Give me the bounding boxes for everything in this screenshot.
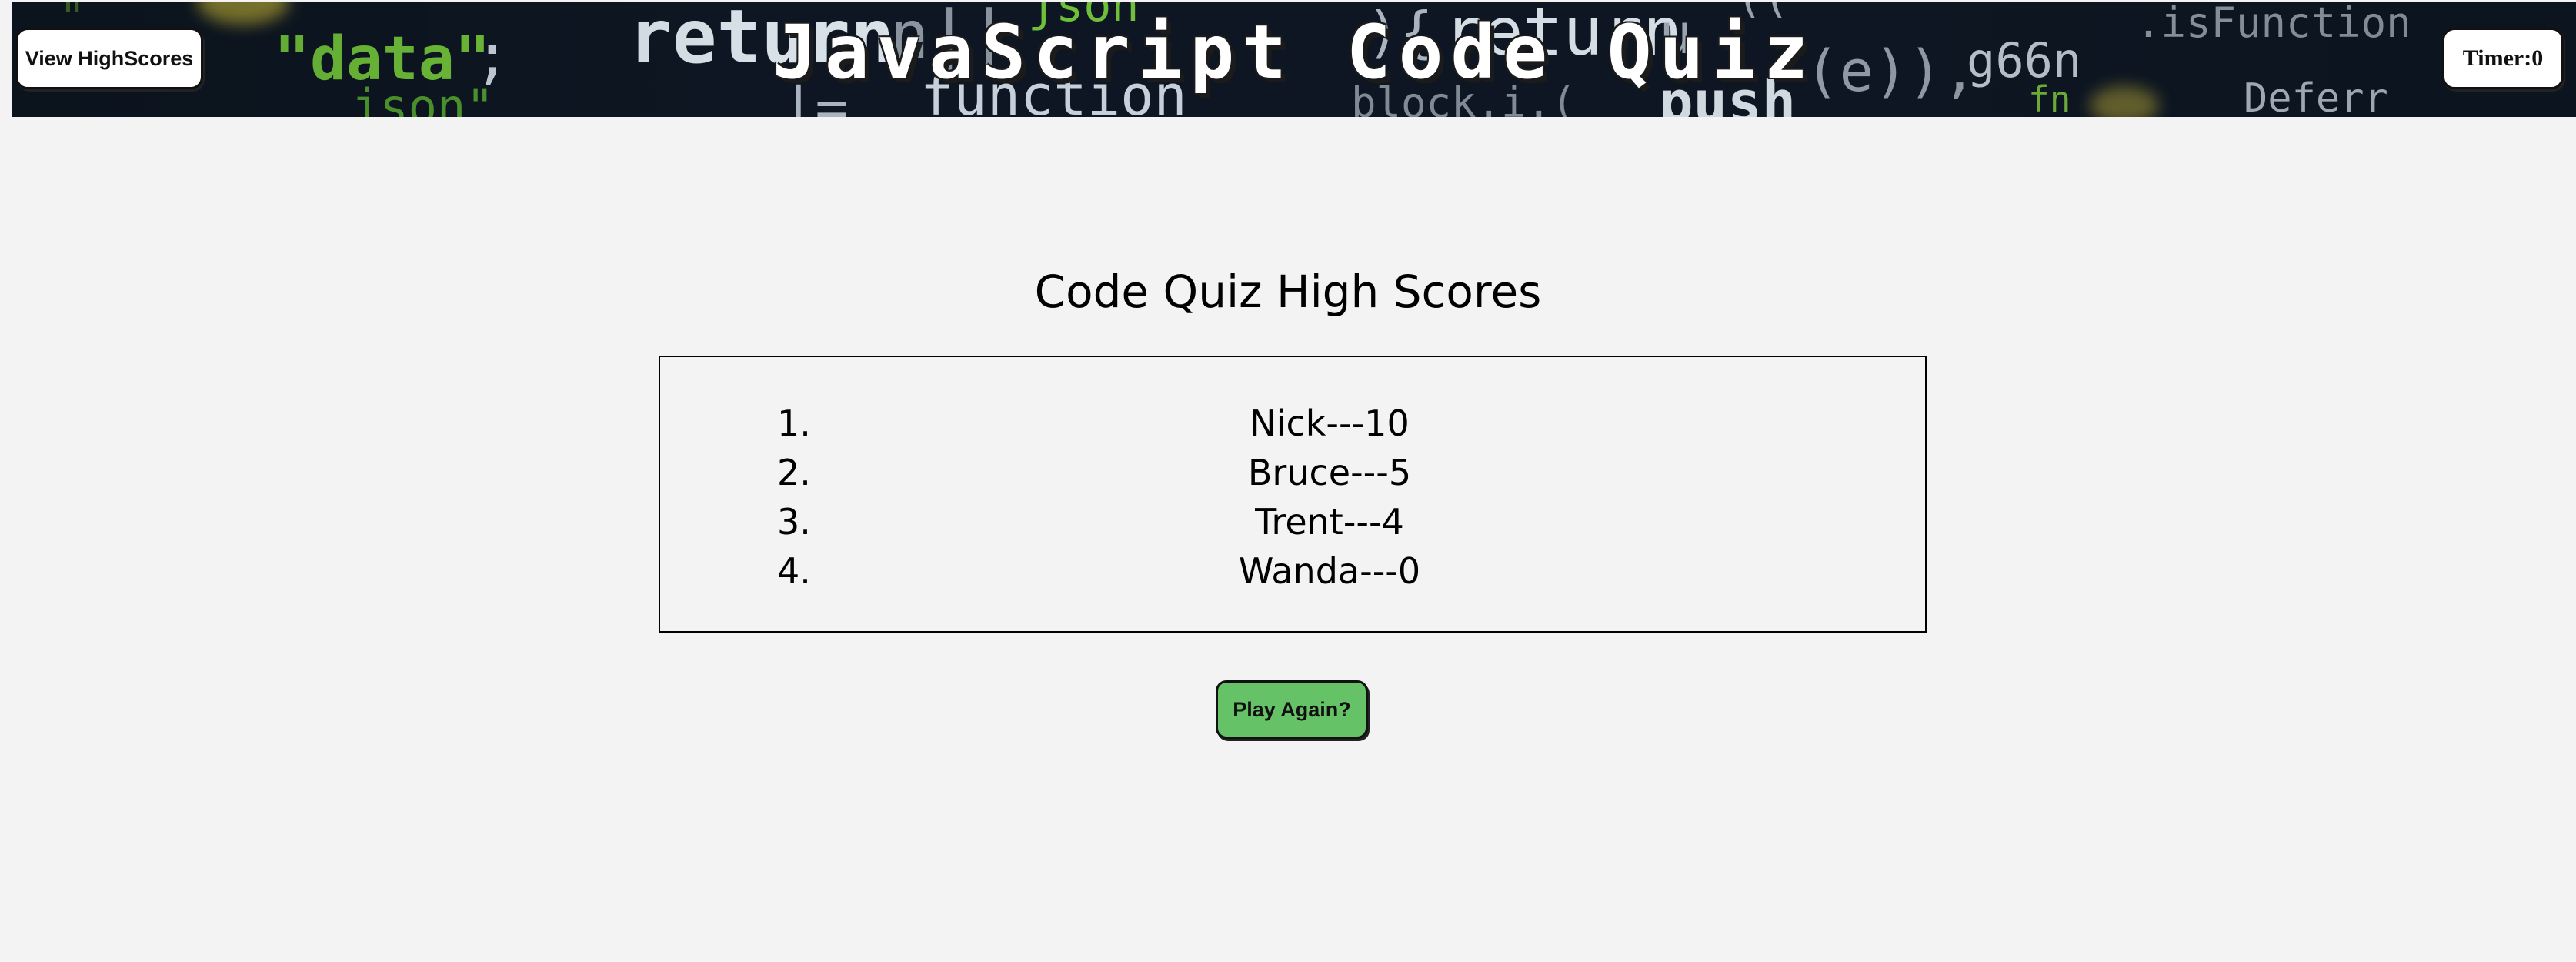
high-scores-list: 1. Nick---10 2. Bruce---5 3. Trent---4 4…: [660, 399, 1925, 596]
score-entry: Wanda---0: [1238, 550, 1421, 592]
list-item: 3. Trent---4: [660, 497, 1925, 546]
header-banner: " "data" ; return n|| json json" |= func…: [12, 2, 2576, 117]
list-item: 2. Bruce---5: [660, 448, 1925, 497]
list-item: 4. Wanda---0: [660, 546, 1925, 596]
app-title: JavaScript Code Quiz: [772, 9, 1816, 95]
score-entry: Bruce---5: [1247, 452, 1412, 493]
play-again-button[interactable]: Play Again?: [1216, 680, 1368, 739]
view-highscores-button[interactable]: View HighScores: [15, 28, 203, 89]
page-title: Code Quiz High Scores: [1034, 266, 1542, 318]
score-entry: Nick---10: [1250, 403, 1410, 444]
list-item: 1. Nick---10: [660, 399, 1925, 448]
timer-display: Timer:0: [2442, 28, 2564, 89]
high-scores-box: 1. Nick---10 2. Bruce---5 3. Trent---4 4…: [659, 356, 1927, 633]
score-entry: Trent---4: [1255, 501, 1404, 543]
